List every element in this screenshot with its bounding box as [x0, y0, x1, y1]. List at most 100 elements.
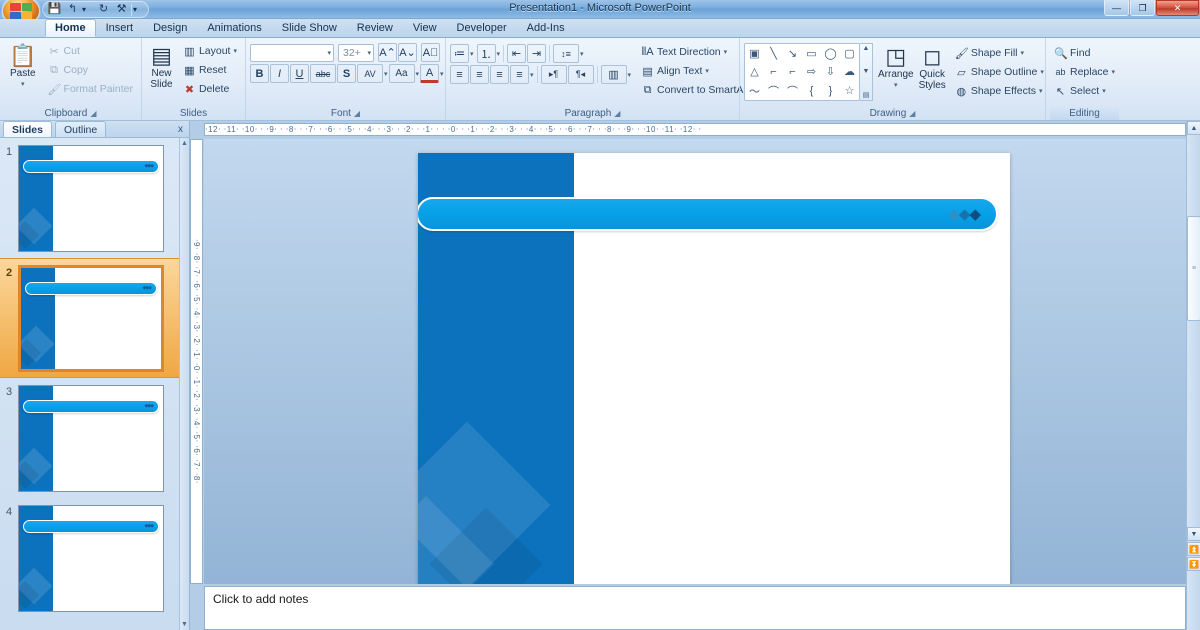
- shape-gallery[interactable]: ▣ ╲ ↘ ▭ ◯ ▢ △ ⌐ ⌐ ⇨ ⇩ ☁ 〜 ⌒ ⌒ { } ☆: [744, 43, 860, 101]
- shape-scribble-icon[interactable]: 〜: [745, 81, 764, 100]
- font-name-caret-icon[interactable]: ▾: [327, 49, 331, 57]
- slide-thumbnail[interactable]: 3 ◆◆◆: [0, 378, 179, 498]
- select-button[interactable]: ↖ Select ▾: [1050, 82, 1119, 100]
- shape-line-icon[interactable]: ╲: [764, 44, 783, 63]
- vertical-ruler[interactable]: ⋅9⋅ ⋅8⋅ ⋅7⋅ ⋅6⋅ ⋅5⋅ ⋅4⋅ ⋅3⋅ ⋅2⋅ ⋅1⋅ ⋅0⋅ …: [190, 139, 203, 584]
- shape-cloud-icon[interactable]: ☁: [840, 63, 859, 82]
- new-slide-button[interactable]: ▤ New Slide: [146, 42, 177, 91]
- current-slide[interactable]: ◆◆◆: [418, 153, 1010, 584]
- shape-rounded-rect-icon[interactable]: ▢: [840, 44, 859, 63]
- font-color-caret-icon[interactable]: ▾: [440, 70, 444, 78]
- italic-button[interactable]: I: [270, 64, 289, 83]
- slides-pane-scrollbar[interactable]: ▲ ▼: [179, 138, 189, 630]
- tab-insert[interactable]: Insert: [96, 19, 144, 37]
- font-size-caret-icon[interactable]: ▾: [367, 49, 371, 57]
- tab-review[interactable]: Review: [347, 19, 403, 37]
- find-button[interactable]: 🔍 Find: [1050, 44, 1119, 62]
- tab-add-ins[interactable]: Add-Ins: [517, 19, 575, 37]
- shape-effects-button[interactable]: ◍ Shape Effects ▾: [951, 82, 1048, 100]
- shape-outline-caret-icon[interactable]: ▾: [1040, 68, 1044, 76]
- notes-pane[interactable]: Click to add notes: [204, 586, 1186, 630]
- pane-tab-slides[interactable]: Slides: [3, 121, 52, 137]
- bold-button[interactable]: B: [250, 64, 269, 83]
- bullets-button[interactable]: ≔: [450, 44, 469, 63]
- columns-button[interactable]: ▥: [600, 65, 627, 84]
- slide-thumbnail[interactable]: 4 ◆◆◆: [0, 498, 179, 618]
- horizontal-ruler[interactable]: ⋅12⋅ ⋅11⋅ ⋅10⋅ ⋅ ⋅9⋅ ⋅ ⋅8⋅ ⋅ ⋅7⋅ ⋅ ⋅6⋅ ⋅…: [204, 123, 1186, 136]
- shape-right-arrow-icon[interactable]: ⇨: [802, 63, 821, 82]
- slide-thumbnail-frame[interactable]: ◆◆◆: [18, 384, 164, 492]
- line-spacing-caret-icon[interactable]: ▾: [580, 50, 584, 58]
- shape-gallery-more-icon[interactable]: ▤: [863, 91, 870, 99]
- right-to-left-button[interactable]: ¶◂: [567, 65, 594, 84]
- drawing-dialog-launcher-icon[interactable]: ◢: [909, 109, 915, 118]
- shape-elbow-arrow-icon[interactable]: ⌐: [783, 63, 802, 82]
- shape-gallery-scrollbar[interactable]: ▲ ▼ ▤: [860, 43, 873, 101]
- scroll-up-button[interactable]: ▲: [1187, 121, 1200, 135]
- shape-textbox-icon[interactable]: ▣: [745, 44, 764, 63]
- quick-styles-button[interactable]: ◻ Quick Styles: [919, 43, 946, 92]
- font-size-input[interactable]: 32+ ▾: [338, 43, 374, 62]
- pane-tab-outline[interactable]: Outline: [54, 121, 107, 137]
- shape-oval-icon[interactable]: ◯: [821, 44, 840, 63]
- paste-caret-icon[interactable]: ▾: [21, 79, 25, 90]
- slide-thumbnail[interactable]: 2 ◆◆◆: [0, 258, 179, 378]
- clipboard-dialog-launcher-icon[interactable]: ◢: [90, 109, 96, 118]
- shape-left-brace-icon[interactable]: {: [802, 81, 821, 100]
- slide-thumbnail-frame[interactable]: ◆◆◆: [18, 144, 164, 252]
- cut-button[interactable]: ✂ Cut: [44, 42, 137, 60]
- next-slide-button[interactable]: ⏬: [1187, 557, 1200, 571]
- shape-star-icon[interactable]: ☆: [840, 81, 859, 100]
- align-center-button[interactable]: ≡: [470, 65, 489, 84]
- font-color-button[interactable]: A: [420, 64, 440, 83]
- left-to-right-button[interactable]: ▸¶: [540, 65, 567, 84]
- grow-font-button[interactable]: A⌃: [378, 43, 397, 62]
- align-text-caret-icon[interactable]: ▾: [705, 67, 709, 75]
- shape-fill-button[interactable]: 🖌 Shape Fill ▾: [951, 44, 1048, 62]
- replace-button[interactable]: ab Replace ▾: [1050, 63, 1119, 81]
- line-spacing-button[interactable]: ↕≡: [553, 44, 580, 63]
- shape-arc-icon[interactable]: ⌒: [783, 81, 802, 100]
- increase-indent-button[interactable]: ⇥: [527, 44, 547, 63]
- underline-button[interactable]: U: [290, 64, 309, 83]
- font-name-input[interactable]: ▾: [250, 43, 334, 62]
- close-button[interactable]: ✕: [1156, 0, 1199, 16]
- justify-caret-icon[interactable]: ▾: [530, 71, 534, 79]
- close-pane-icon[interactable]: x: [178, 124, 183, 135]
- restore-button[interactable]: ❐: [1130, 0, 1155, 16]
- previous-slide-button[interactable]: ⏫: [1187, 542, 1200, 556]
- change-case-button[interactable]: Aa: [388, 64, 415, 83]
- shape-rectangle-icon[interactable]: ▭: [802, 44, 821, 63]
- numbering-button[interactable]: ⒈: [476, 44, 496, 63]
- reset-button[interactable]: ▦ Reset: [179, 61, 241, 79]
- text-shadow-button[interactable]: S: [337, 64, 356, 83]
- paste-button[interactable]: 📋 Paste ▾: [4, 42, 42, 90]
- scroll-down-button[interactable]: ▼: [1187, 527, 1200, 541]
- copy-button[interactable]: ⧉ Copy: [44, 61, 137, 79]
- tab-animations[interactable]: Animations: [197, 19, 271, 37]
- font-dialog-launcher-icon[interactable]: ◢: [354, 109, 360, 118]
- pane-scroll-down-icon[interactable]: ▼: [181, 621, 188, 628]
- shape-fill-caret-icon[interactable]: ▾: [1021, 49, 1025, 57]
- decrease-indent-button[interactable]: ⇤: [507, 44, 527, 63]
- slide-thumbnail-frame[interactable]: ◆◆◆: [18, 264, 164, 372]
- shape-outline-button[interactable]: ▱ Shape Outline ▾: [951, 63, 1048, 81]
- tab-slide-show[interactable]: Slide Show: [272, 19, 347, 37]
- slide-banner-shape[interactable]: ◆◆◆: [418, 197, 998, 231]
- format-painter-button[interactable]: 🖌 Format Painter: [44, 80, 137, 98]
- justify-button[interactable]: ≡: [510, 65, 529, 84]
- character-spacing-button[interactable]: AV: [357, 64, 383, 83]
- slide-thumbnail-list[interactable]: 1 ◆◆◆ 2 ◆◆◆ 3 ◆◆◆ 4 ◆◆◆: [0, 138, 179, 630]
- align-left-button[interactable]: ≡: [450, 65, 469, 84]
- shape-scroll-up-icon[interactable]: ▲: [863, 45, 870, 52]
- slide-canvas[interactable]: ◆◆◆: [204, 139, 1186, 584]
- columns-caret-icon[interactable]: ▾: [628, 71, 632, 79]
- text-direction-caret-icon[interactable]: ▾: [724, 48, 728, 56]
- pane-scroll-up-icon[interactable]: ▲: [181, 140, 188, 147]
- arrange-button[interactable]: ◳ Arrange ▾: [878, 43, 914, 91]
- select-caret-icon[interactable]: ▾: [1102, 87, 1106, 95]
- shrink-font-button[interactable]: A⌄: [398, 43, 417, 62]
- shape-effects-caret-icon[interactable]: ▾: [1039, 87, 1043, 95]
- shape-arrow-icon[interactable]: ↘: [783, 44, 802, 63]
- clear-formatting-button[interactable]: A⃠: [421, 43, 440, 62]
